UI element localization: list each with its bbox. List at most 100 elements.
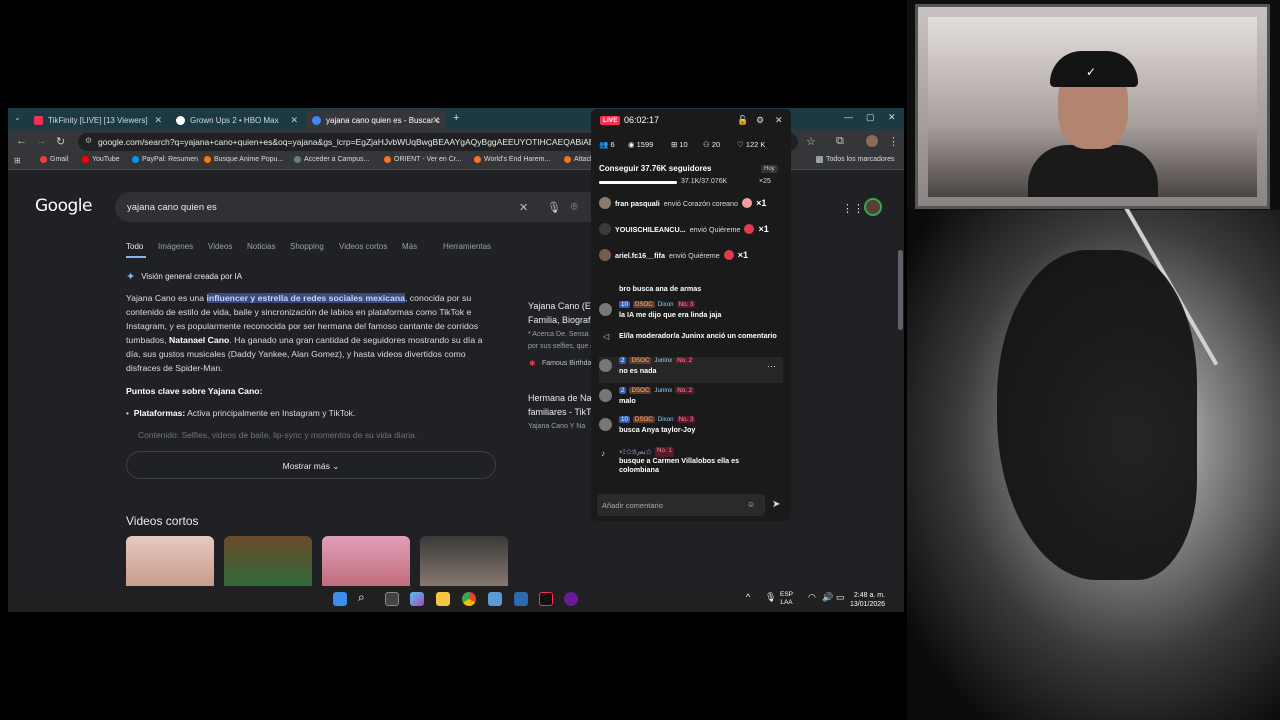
back-icon[interactable]: ← — [16, 135, 27, 147]
chat-message[interactable]: ♪ ×ﾐ☆ℬ𝒿𝒶𝓈☆ No. 1 busque a Carmen Villalob… — [599, 447, 783, 483]
fan-badge: DSOC — [629, 387, 652, 394]
lock-icon[interactable]: 🔓 — [737, 115, 748, 126]
tab-hbo[interactable]: Grown Ups 2 • HBO Max ✕ — [170, 110, 304, 130]
video-thumbnail[interactable] — [126, 536, 214, 586]
tab-search-icon[interactable]: ⌄ — [14, 113, 21, 122]
video-thumbnail[interactable] — [420, 536, 508, 586]
close-icon[interactable]: ✕ — [775, 115, 783, 126]
source-card-snippet: * Acerca De. Sensa — [528, 331, 589, 338]
bookmark-worlds-end[interactable]: World's End Harem... — [474, 156, 550, 163]
ai-highlight[interactable]: influencer y estrella de redes sociales … — [206, 293, 405, 303]
comment-input[interactable]: Añadir comentario ☺ — [597, 494, 765, 516]
volume-icon[interactable]: 🔊 — [822, 592, 833, 603]
chat-username[interactable]: Juninx — [654, 357, 672, 364]
reload-icon[interactable]: ↻ — [56, 135, 65, 148]
site-info-icon[interactable]: ⚙ — [85, 136, 92, 145]
bookmark-gmail[interactable]: Gmail — [40, 156, 68, 163]
minimize-icon[interactable]: — — [844, 112, 853, 122]
tab-todo[interactable]: Todo — [126, 242, 143, 251]
close-icon[interactable]: ✕ — [432, 115, 440, 126]
video-thumbnail[interactable] — [224, 536, 312, 586]
send-icon[interactable]: ➤ — [772, 499, 780, 510]
task-view-icon[interactable] — [385, 592, 399, 606]
bookmark-all[interactable]: Todos los marcadores — [816, 156, 894, 163]
source-card-subtitle[interactable]: Familia, Biografía — [528, 314, 598, 327]
emoji-icon[interactable]: ☺ — [747, 500, 755, 509]
clear-icon[interactable]: ✕ — [519, 201, 528, 214]
scrollbar[interactable] — [898, 250, 903, 330]
microphone-icon[interactable]: 🎙 — [765, 592, 776, 603]
tab-imagenes[interactable]: Imágenes — [158, 242, 193, 251]
maximize-icon[interactable]: ▢ — [866, 112, 875, 123]
source-card-subtitle[interactable]: familiares - TikTok — [528, 406, 600, 419]
chat-message[interactable]: 2 DSOC Juninx No. 2 malo — [599, 387, 783, 413]
system-clock[interactable]: 2:48 a. m. 13/01/2026 — [850, 591, 885, 609]
tab-tikfinity[interactable]: TikFinity [LIVE] [13 Viewers] ✕ — [28, 110, 168, 130]
search-input[interactable]: yajana cano quien es ✕ 🎙 ⌾ — [115, 192, 635, 222]
account-avatar[interactable] — [864, 198, 882, 216]
tab-videos[interactable]: Videos — [208, 242, 232, 251]
chat-message[interactable]: 10 DSOC Dixon No. 3 busca Anya taylor-Joy — [599, 416, 783, 442]
gift-icon: ⊞ — [671, 140, 678, 149]
tab-shopping[interactable]: Shopping — [290, 242, 324, 251]
bookmark-label: Todos los marcadores — [826, 156, 895, 163]
app-icon[interactable] — [514, 592, 528, 606]
chat-username[interactable]: Dixon — [658, 416, 674, 423]
gift-user: fran pasquali — [615, 198, 660, 208]
obs-icon[interactable] — [564, 592, 578, 606]
sparkle-icon: ✦ — [126, 271, 136, 283]
bookmark-campus[interactable]: Acceder a Campus... — [294, 156, 369, 163]
tab-videos-cortos[interactable]: Videos cortos — [339, 242, 387, 251]
wifi-icon[interactable]: ◠ — [808, 592, 816, 603]
new-tab-button[interactable]: + — [453, 112, 459, 124]
bookmark-star-icon[interactable]: ☆ — [806, 135, 816, 148]
bookmark-anime[interactable]: Busque Anime Popu... — [204, 156, 283, 163]
forward-icon[interactable]: → — [36, 135, 47, 147]
battery-icon[interactable]: ▭ — [836, 592, 845, 603]
close-icon[interactable]: ✕ — [154, 115, 162, 126]
chat-message[interactable]: bro busca ana de armas — [599, 277, 783, 297]
settings-icon[interactable]: ⚙ — [756, 115, 764, 126]
copilot-icon[interactable] — [410, 592, 424, 606]
bookmark-youtube[interactable]: YouTube — [82, 156, 120, 163]
file-explorer-icon[interactable] — [436, 592, 450, 606]
camera-lens-icon[interactable]: ⌾ — [571, 201, 578, 214]
language-indicator[interactable]: ESP LAA — [780, 591, 793, 607]
start-icon[interactable] — [333, 592, 347, 606]
microphone-icon[interactable]: 🎙 — [547, 201, 561, 214]
search-icon[interactable]: ⌕ — [358, 590, 365, 605]
tiktok-icon[interactable] — [539, 592, 553, 606]
source-card-title[interactable]: Hermana de Nata — [528, 392, 599, 405]
chat-username[interactable]: Juninx — [654, 387, 672, 394]
show-more-button[interactable]: Mostrar más ⌄ — [126, 451, 496, 479]
chat-text: malo — [619, 396, 636, 405]
apps-grid-icon[interactable]: ⋮⋮ — [842, 202, 864, 215]
content-bullet-faded: Contenido: Selfies, videos de baile, lip… — [138, 430, 418, 440]
chat-meta: 2 DSOC Juninx No. 2 — [619, 387, 695, 394]
bookmark-orient[interactable]: ORIENT - Ver en Cr... — [384, 156, 462, 163]
key-points-heading: Puntos clave sobre Yajana Cano: — [126, 386, 263, 396]
chat-message[interactable]: 10 DSOC Dixon No. 3 la IA me dijo que era l… — [599, 301, 783, 331]
bookmark-paypal[interactable]: PayPal: Resumen — [132, 156, 198, 163]
chat-username[interactable]: Dixon — [658, 301, 674, 308]
profile-avatar[interactable] — [866, 135, 878, 147]
tab-google-search[interactable]: yajana cano quien es - Buscar c ✕ — [306, 110, 446, 130]
google-logo[interactable]: Google — [35, 196, 92, 216]
tab-mas[interactable]: Más — [402, 242, 417, 251]
apps-grid-icon[interactable]: ⊞ — [14, 156, 21, 165]
menu-icon[interactable]: ⋮ — [888, 135, 899, 148]
source-card-title[interactable]: Yajana Cano (Es — [528, 300, 595, 313]
video-thumbnail[interactable] — [322, 536, 410, 586]
close-icon[interactable]: ✕ — [290, 115, 298, 126]
goal-count: 37.1K/37.076K — [681, 178, 728, 185]
close-window-icon[interactable]: ✕ — [888, 112, 896, 123]
chat-message[interactable]: 2 DSOC Juninx No. 2 no es nada ⋯ — [599, 357, 783, 383]
tab-noticias[interactable]: Noticias — [247, 242, 275, 251]
chevron-up-icon[interactable]: ^ — [746, 592, 750, 602]
extensions-icon[interactable]: ⧉ — [836, 135, 844, 148]
store-icon[interactable] — [488, 592, 502, 606]
tab-herramientas[interactable]: Herramientas — [443, 242, 491, 251]
chrome-icon[interactable] — [462, 592, 476, 606]
chat-meta: 2 DSOC Juninx No. 2 — [619, 357, 695, 364]
more-options-icon[interactable]: ⋯ — [767, 361, 776, 372]
